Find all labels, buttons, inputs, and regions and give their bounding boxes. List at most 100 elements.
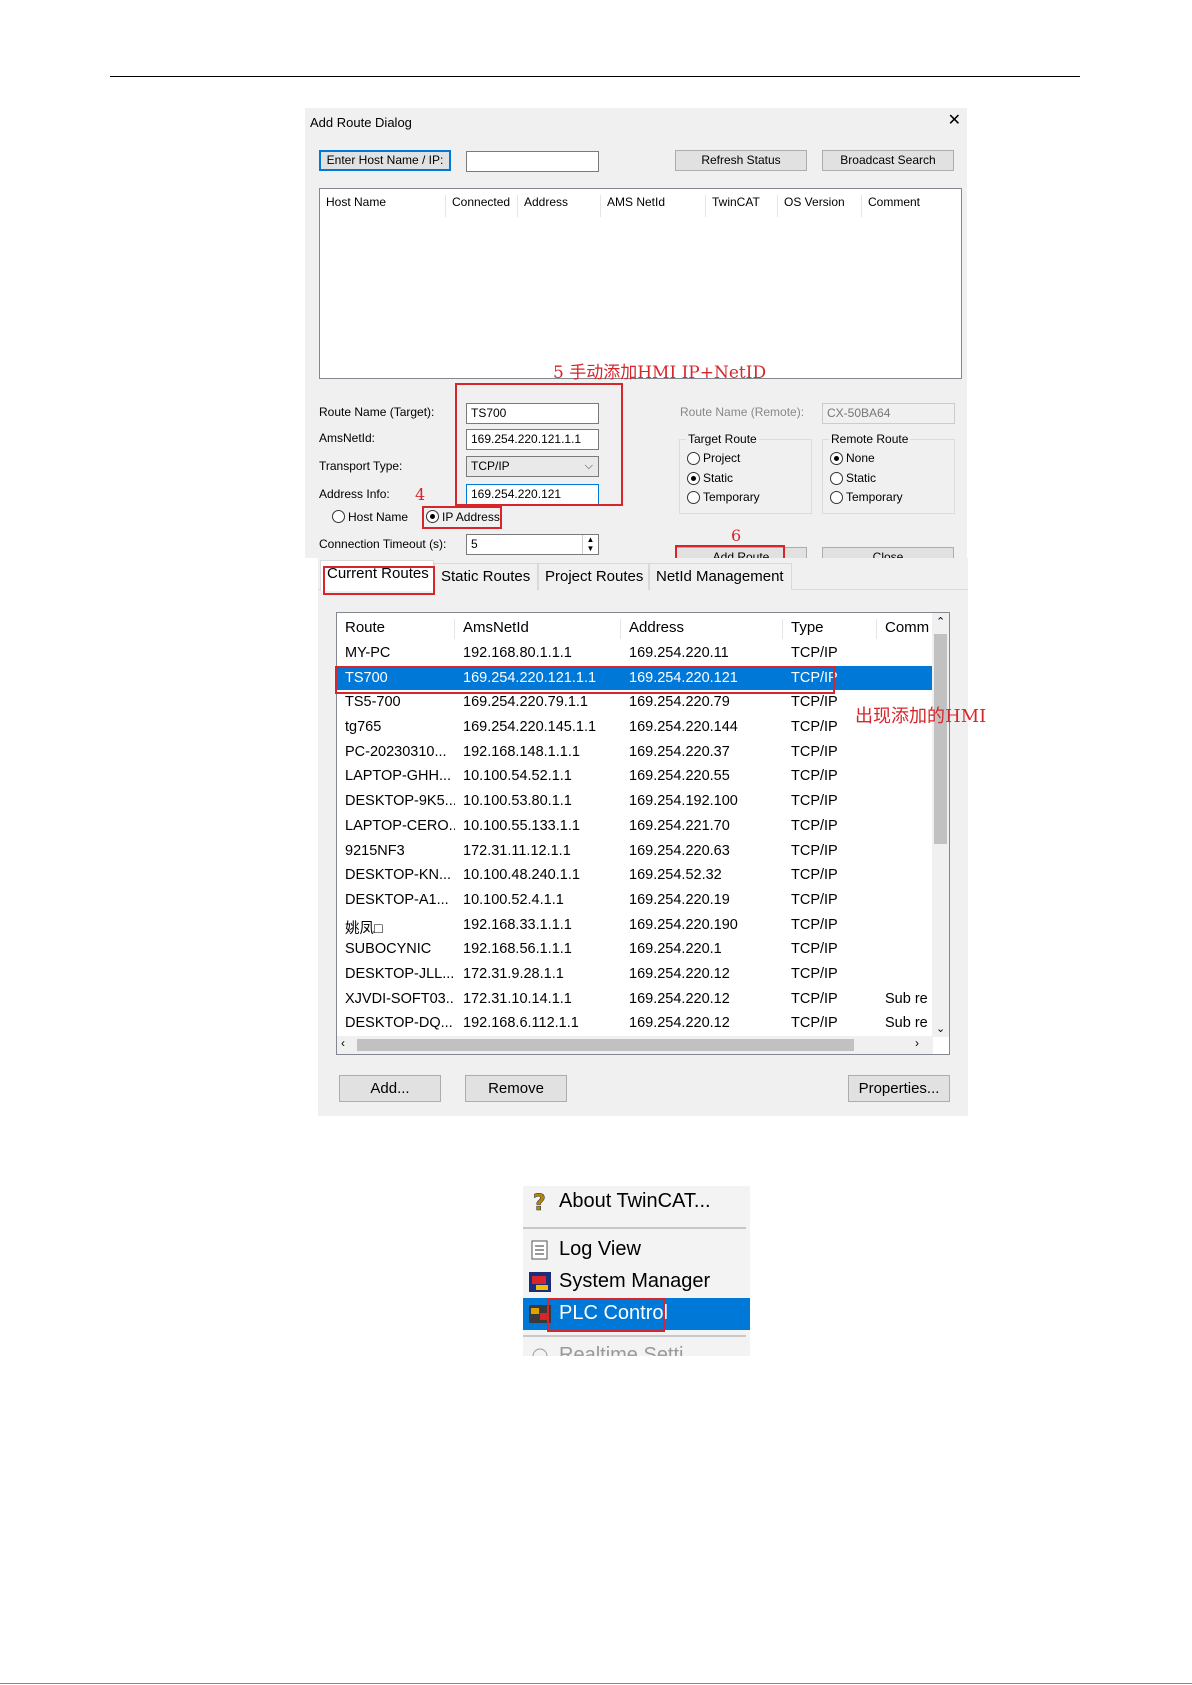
cell-comment: Sub re bbox=[885, 1015, 928, 1032]
target-temporary-radio[interactable] bbox=[687, 491, 700, 504]
menu-item-realtime[interactable]: Realtime Setti... bbox=[523, 1340, 750, 1356]
cell-type: TCP/IP bbox=[791, 768, 838, 785]
col-type[interactable]: Type bbox=[783, 619, 877, 639]
cell-address: 169.254.220.12 bbox=[629, 990, 730, 1007]
cell-type: TCP/IP bbox=[791, 990, 838, 1007]
enter-host-button[interactable]: Enter Host Name / IP: bbox=[319, 150, 451, 171]
col-route[interactable]: Route bbox=[337, 619, 455, 639]
host-name-radio[interactable] bbox=[332, 510, 345, 523]
remote-route-title: Remote Route bbox=[829, 432, 911, 446]
table-row[interactable]: DESKTOP-DQ... 192.168.6.112.1.1 169.254.22… bbox=[337, 1011, 933, 1036]
table-row[interactable]: LAPTOP-CERO... 10.100.55.133.1.1 169.254.2… bbox=[337, 814, 933, 839]
table-row[interactable]: 9215NF3 172.31.11.12.1.1 169.254.220.63 TCP… bbox=[337, 839, 933, 864]
remote-temporary-radio[interactable] bbox=[830, 491, 843, 504]
menu-item-realtime-label: Realtime Setti... bbox=[559, 1344, 701, 1356]
col-os-version[interactable]: OS Version bbox=[778, 195, 862, 217]
col-ams-netid[interactable]: AMS NetId bbox=[601, 195, 706, 217]
target-static-radio[interactable] bbox=[687, 472, 700, 485]
properties-button[interactable]: Properties... bbox=[848, 1075, 950, 1102]
scroll-down-icon[interactable]: ⌄ bbox=[936, 1022, 945, 1035]
table-row[interactable]: 姚凤□ 192.168.33.1.1.1 169.254.220.190 TCP/IP bbox=[337, 913, 933, 938]
horizontal-scrollbar[interactable]: ‹ › bbox=[337, 1036, 933, 1054]
cell-amsnetid: 10.100.55.133.1.1 bbox=[463, 817, 580, 834]
cell-amsnetid: 192.168.33.1.1.1 bbox=[463, 916, 572, 933]
remote-static-label: Static bbox=[846, 471, 877, 485]
remote-none-radio[interactable] bbox=[830, 452, 843, 465]
col-host-name[interactable]: Host Name bbox=[320, 195, 446, 217]
col-amsnetid[interactable]: AmsNetId bbox=[455, 619, 621, 639]
target-project-radio[interactable] bbox=[687, 452, 700, 465]
remote-static-radio[interactable] bbox=[830, 472, 843, 485]
cell-route: 姚凤□ bbox=[345, 920, 383, 937]
target-static-label: Static bbox=[703, 471, 734, 485]
table-row[interactable]: tg765 169.254.220.145.1.1 169.254.220.144 T… bbox=[337, 715, 933, 740]
refresh-status-button[interactable]: Refresh Status bbox=[675, 150, 807, 171]
col-address[interactable]: Address bbox=[518, 195, 601, 217]
host-input[interactable] bbox=[466, 151, 599, 172]
table-row[interactable]: DESKTOP-JLL... 172.31.9.28.1.1 169.254.220… bbox=[337, 962, 933, 987]
table-row[interactable]: DESKTOP-9K5... 10.100.53.80.1.1 169.254.19… bbox=[337, 789, 933, 814]
menu-item-system-manager[interactable]: System Manager bbox=[523, 1266, 750, 1298]
log-icon bbox=[531, 1240, 548, 1260]
cell-address: 169.254.220.11 bbox=[629, 645, 729, 661]
cell-route: DESKTOP-A1... bbox=[345, 891, 449, 908]
vertical-scrollbar[interactable]: ⌃ ⌄ bbox=[932, 613, 949, 1037]
spin-arrows-icon[interactable]: ▲ ▼ bbox=[582, 535, 598, 554]
horizontal-scroll-thumb[interactable] bbox=[357, 1039, 854, 1051]
cell-amsnetid: 172.31.10.14.1.1 bbox=[463, 990, 572, 1007]
menu-item-about[interactable]: ? About TwinCAT... bbox=[523, 1186, 750, 1218]
cell-address: 169.254.220.190 bbox=[629, 916, 738, 933]
connection-timeout-input[interactable]: 5 ▲ ▼ bbox=[466, 534, 599, 555]
cell-route: TS5-700 bbox=[345, 694, 401, 711]
tab-project-routes[interactable]: Project Routes bbox=[538, 563, 649, 590]
cell-amsnetid: 172.31.11.12.1.1 bbox=[463, 842, 571, 859]
target-temporary-label: Temporary bbox=[703, 490, 760, 504]
scroll-left-icon[interactable]: ‹ bbox=[341, 1036, 345, 1050]
cell-route: DESKTOP-DQ... bbox=[345, 1015, 453, 1032]
cell-type: TCP/IP bbox=[791, 793, 838, 810]
table-row[interactable]: MY-PC 192.168.80.1.1.1 169.254.220.11 TCP/I… bbox=[337, 641, 933, 666]
cell-type: TCP/IP bbox=[791, 867, 838, 884]
table-row[interactable]: DESKTOP-A1... 10.100.52.4.1.1 169.254.220.… bbox=[337, 888, 933, 913]
table-row[interactable]: LAPTOP-GHH... 10.100.54.52.1.1 169.254.220… bbox=[337, 764, 933, 789]
system-manager-icon bbox=[529, 1272, 551, 1292]
add-button[interactable]: Add... bbox=[339, 1075, 441, 1102]
cell-address: 169.254.220.144 bbox=[629, 719, 738, 736]
remove-button[interactable]: Remove bbox=[465, 1075, 567, 1102]
host-list[interactable]: Host Name Connected Address AMS NetId Tw… bbox=[319, 188, 962, 379]
realtime-icon bbox=[532, 1348, 548, 1356]
col-connected[interactable]: Connected bbox=[446, 195, 518, 217]
col-comment[interactable]: Comment bbox=[862, 195, 962, 217]
svg-text:?: ? bbox=[533, 1191, 546, 1214]
tab-static-routes[interactable]: Static Routes bbox=[434, 563, 538, 590]
broadcast-search-button[interactable]: Broadcast Search bbox=[822, 150, 954, 171]
cell-route: MY-PC bbox=[345, 645, 391, 661]
host-list-header: Host Name Connected Address AMS NetId Tw… bbox=[320, 189, 962, 217]
cell-address: 169.254.220.55 bbox=[629, 768, 730, 785]
table-row[interactable]: PC-20230310... 192.168.148.1.1.1 169.254.2… bbox=[337, 740, 933, 765]
tab-netid-management[interactable]: NetId Management bbox=[649, 563, 792, 590]
cell-amsnetid: 192.168.148.1.1.1 bbox=[463, 743, 580, 760]
col-twincat[interactable]: TwinCAT bbox=[706, 195, 778, 217]
col-comment[interactable]: Comm bbox=[877, 619, 933, 639]
table-row[interactable]: XJVDI-SOFT03... 172.31.10.14.1.1 169.254.2… bbox=[337, 987, 933, 1012]
cell-route: PC-20230310... bbox=[345, 743, 447, 760]
table-row[interactable]: SUBOCYNIC 192.168.56.1.1.1 169.254.220.1 TC… bbox=[337, 937, 933, 962]
close-button[interactable]: Close bbox=[822, 547, 954, 558]
col-address[interactable]: Address bbox=[621, 619, 783, 639]
annotation-step6: 6 bbox=[731, 526, 742, 545]
vertical-scroll-thumb[interactable] bbox=[934, 634, 947, 844]
scroll-up-icon[interactable]: ⌃ bbox=[936, 615, 945, 628]
scroll-right-icon[interactable]: › bbox=[915, 1036, 919, 1050]
table-row[interactable]: DESKTOP-KN... 10.100.48.240.1.1 169.254.52… bbox=[337, 863, 933, 888]
cell-route: SUBOCYNIC bbox=[345, 941, 432, 958]
menu-item-log-view[interactable]: Log View bbox=[523, 1234, 750, 1266]
cell-amsnetid: 10.100.54.52.1.1 bbox=[463, 768, 572, 785]
connection-timeout-label: Connection Timeout (s): bbox=[319, 537, 447, 551]
routes-grid-rows: MY-PC 192.168.80.1.1.1 169.254.220.11 TCP/I… bbox=[337, 641, 933, 1036]
route-name-remote-input[interactable]: CX-50BA64 bbox=[822, 403, 955, 424]
highlight-ip-address bbox=[422, 506, 502, 529]
table-row[interactable]: TS5-700 169.254.220.79.1.1 169.254.220.79 T… bbox=[337, 690, 933, 715]
cell-amsnetid: 192.168.6.112.1.1 bbox=[463, 1015, 579, 1032]
close-icon[interactable]: ✕ bbox=[948, 113, 961, 129]
